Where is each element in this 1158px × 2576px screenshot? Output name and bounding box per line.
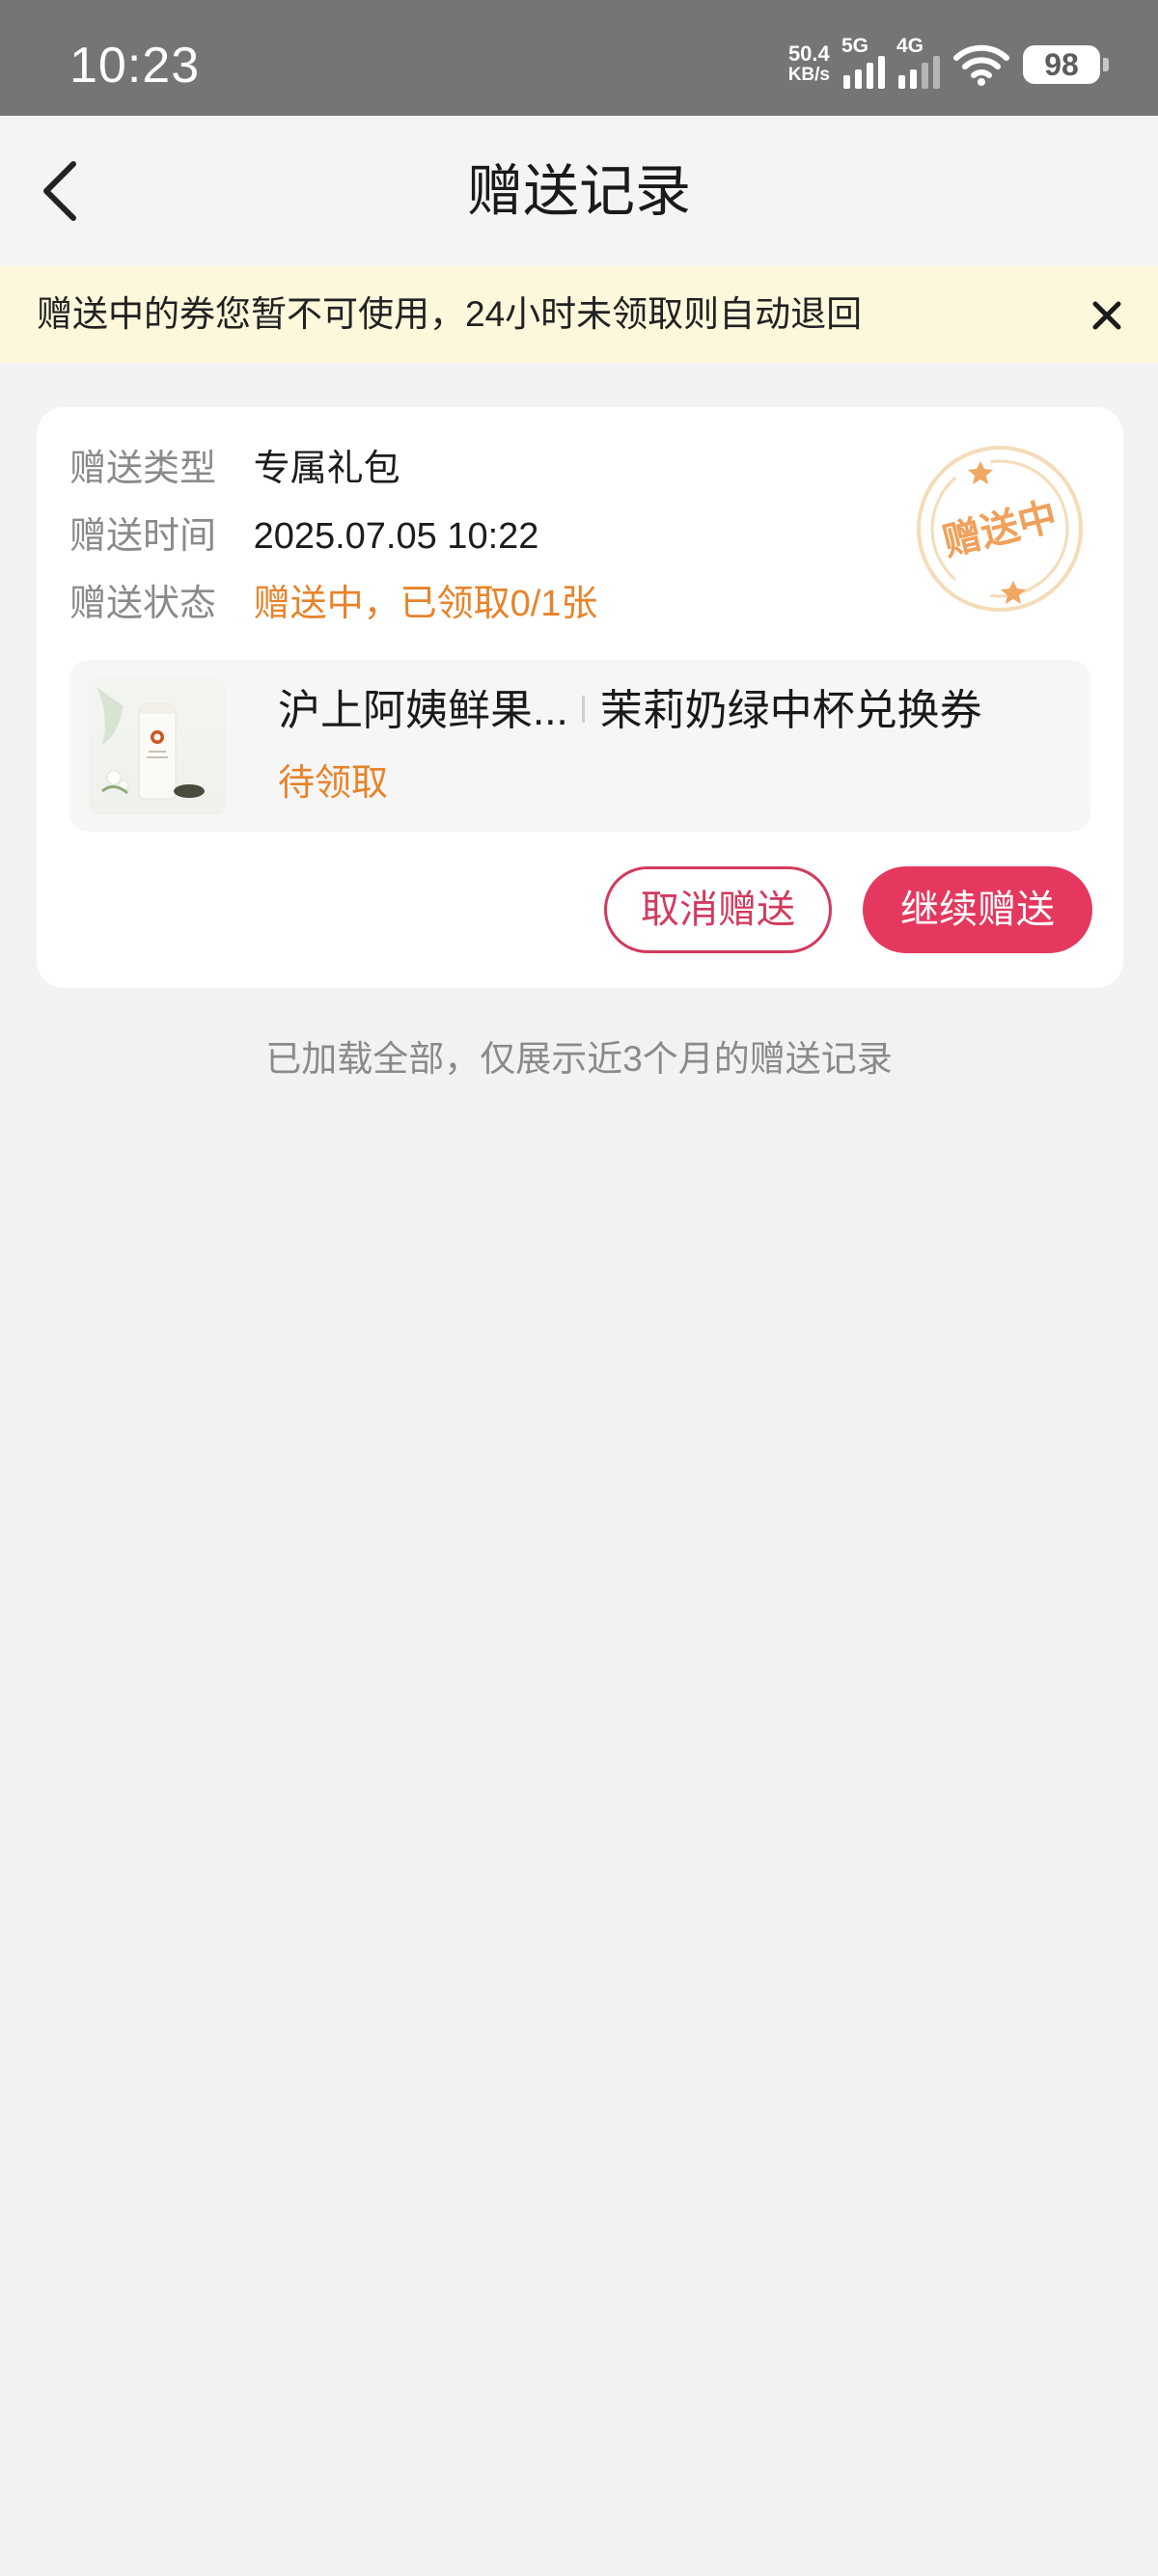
nav-bar: 赠送记录	[0, 116, 1158, 266]
notice-text: 赠送中的券您暂不可使用，24小时未领取则自动退回	[37, 294, 863, 334]
gifting-stamp-icon: 赠送中	[917, 446, 1083, 612]
network-speed-value: 50.4	[787, 41, 830, 66]
signal-5g-icon: 5G	[841, 35, 885, 89]
wifi-icon	[953, 44, 1009, 86]
gift-status-value: 赠送中，已领取0/1张	[253, 584, 598, 624]
gift-type-value: 专属礼包	[253, 449, 400, 489]
cancel-gift-button[interactable]: 取消赠送	[604, 866, 832, 953]
gift-time-row: 赠送时间 2025.07.05 10:22	[69, 509, 538, 563]
product-brand: 沪上阿姨鲜果...	[278, 687, 568, 734]
status-time: 10:23	[69, 38, 201, 94]
stamp-text: 赠送中	[939, 495, 1062, 564]
page-title: 赠送记录	[466, 160, 691, 223]
gift-status-label: 赠送状态	[69, 584, 217, 624]
status-bar: 10:23 50.4 KB/s 5G 4G 98	[0, 0, 1158, 116]
gift-time-label: 赠送时间	[69, 516, 217, 557]
signal-5g-label: 5G	[841, 35, 869, 57]
status-icons: 50.4 KB/s 5G 4G 98	[788, 35, 1109, 89]
product-thumbnail	[89, 677, 226, 814]
list-end-text: 已加载全部，仅展示近3个月的赠送记录	[265, 1039, 893, 1079]
notice-banner: 赠送中的券您暂不可使用，24小时未领取则自动退回	[0, 266, 1158, 363]
signal-4g-label: 4G	[896, 35, 924, 57]
network-speed-unit: KB/s	[787, 65, 830, 85]
product-status: 待领取	[278, 763, 389, 804]
signal-4g-icon: 4G	[896, 35, 940, 89]
product-title: 茉莉奶绿中杯兑换券	[599, 687, 982, 734]
network-speed: 50.4 KB/s	[788, 43, 830, 86]
product-name: 沪上阿姨鲜果... 茉莉奶绿中杯兑换券	[278, 681, 982, 741]
gift-type-row: 赠送类型 专属礼包	[69, 442, 400, 496]
name-separator	[581, 696, 585, 723]
gift-type-label: 赠送类型	[69, 449, 217, 489]
gift-status-row: 赠送状态 赠送中，已领取0/1张	[69, 577, 597, 631]
battery-icon: 98	[1023, 45, 1109, 84]
close-icon[interactable]	[1083, 291, 1131, 340]
product-item[interactable]: 沪上阿姨鲜果... 茉莉奶绿中杯兑换券 待领取	[69, 660, 1090, 832]
gift-time-value: 2025.07.05 10:22	[253, 516, 539, 557]
gift-record-card: 赠送类型 专属礼包 赠送时间 2025.07.05 10:22 赠送状态 赠送中…	[37, 407, 1123, 988]
continue-gift-button[interactable]: 继续赠送	[863, 866, 1092, 953]
